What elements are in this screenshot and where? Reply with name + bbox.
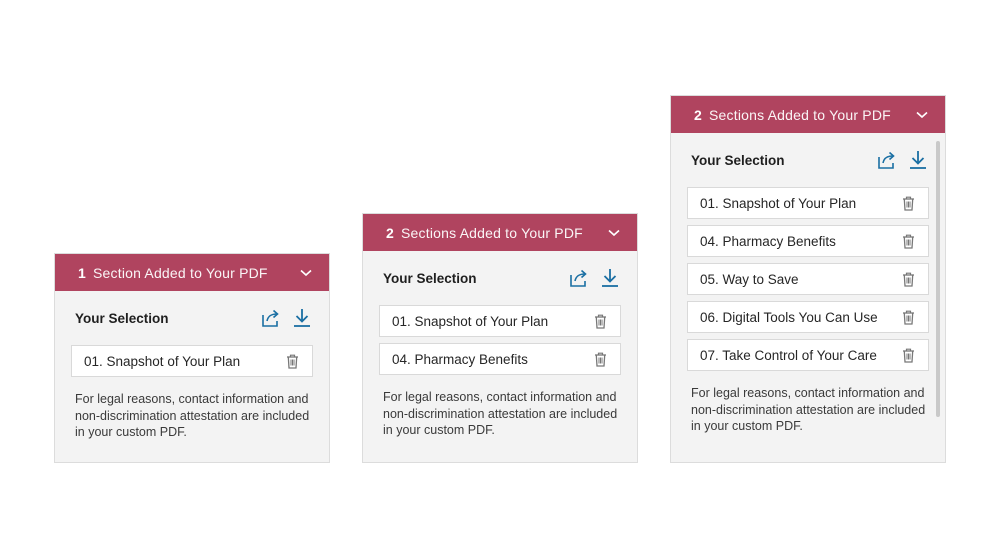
trash-icon[interactable] [900,233,916,249]
panel-header-title: Sections Added to Your PDF [401,224,583,241]
trash-icon[interactable] [284,353,300,369]
trash-icon[interactable] [900,271,916,287]
legal-note: For legal reasons, contact information a… [75,392,310,439]
section-count: 2 [694,106,702,123]
trash-icon[interactable] [592,313,608,329]
list-item-label: 04. Pharmacy Benefits [700,233,836,249]
legal-note: For legal reasons, contact information a… [691,386,926,433]
list-item-label: 05. Way to Save [700,271,799,287]
trash-icon[interactable] [900,195,916,211]
pdf-panel-2: 2 Sections Added to Your PDF Your Select… [362,213,638,463]
selection-row: Your Selection [379,251,621,305]
share-icon[interactable] [568,267,590,289]
panel-body: Your Selection 01. Snapshot of Your Plan… [671,133,945,435]
list-item: 01. Snapshot of Your Plan [71,345,313,377]
legal-note: For legal reasons, contact information a… [383,390,618,437]
list-item: 01. Snapshot of Your Plan [687,187,929,219]
section-count: 1 [78,264,86,281]
panel-body: Your Selection 01. Snapshot of Your Plan… [363,251,637,439]
panel-header[interactable]: 2 Sections Added to Your PDF [363,214,637,251]
selection-row: Your Selection [71,291,313,345]
list-item: 06. Digital Tools You Can Use [687,301,929,333]
list-item: 07. Take Control of Your Care [687,339,929,371]
chevron-down-icon[interactable] [299,266,313,280]
chevron-down-icon[interactable] [915,108,929,122]
scrollbar[interactable] [936,141,940,417]
list-item: 01. Snapshot of Your Plan [379,305,621,337]
selection-title: Your Selection [383,270,477,286]
list-item: 04. Pharmacy Benefits [379,343,621,375]
section-count: 2 [386,224,394,241]
selection-title: Your Selection [75,310,169,326]
selection-title: Your Selection [691,152,785,168]
panel-header[interactable]: 1 Section Added to Your PDF [55,254,329,291]
panel-header[interactable]: 2 Sections Added to Your PDF [671,96,945,133]
list-item-label: 01. Snapshot of Your Plan [392,313,549,329]
chevron-down-icon[interactable] [607,226,621,240]
download-icon[interactable] [907,149,929,171]
list-item: 05. Way to Save [687,263,929,295]
pdf-panel-1: 1 Section Added to Your PDF Your Selecti… [54,253,330,463]
trash-icon[interactable] [592,351,608,367]
list-item-label: 06. Digital Tools You Can Use [700,309,878,325]
selection-row: Your Selection [687,133,929,187]
trash-icon[interactable] [900,309,916,325]
pdf-panel-3: 2 Sections Added to Your PDF Your Select… [670,95,946,463]
share-icon[interactable] [876,149,898,171]
list-item: 04. Pharmacy Benefits [687,225,929,257]
download-icon[interactable] [599,267,621,289]
panel-body: Your Selection 01. Snapshot of Your Plan… [55,291,329,441]
list-item-label: 07. Take Control of Your Care [700,347,877,363]
list-item-label: 04. Pharmacy Benefits [392,351,528,367]
panel-header-title: Sections Added to Your PDF [709,106,891,123]
trash-icon[interactable] [900,347,916,363]
list-item-label: 01. Snapshot of Your Plan [84,353,241,369]
share-icon[interactable] [260,307,282,329]
stage: 1 Section Added to Your PDF Your Selecti… [0,0,1000,540]
list-item-label: 01. Snapshot of Your Plan [700,195,857,211]
download-icon[interactable] [291,307,313,329]
panel-header-title: Section Added to Your PDF [93,264,268,281]
